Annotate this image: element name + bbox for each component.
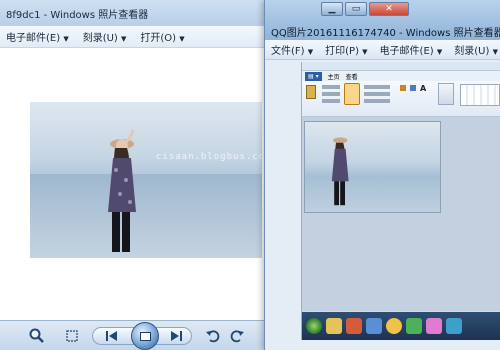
browser-icon[interactable] [346, 318, 362, 334]
chevron-down-icon: ▼ [436, 48, 443, 56]
explorer-icon[interactable] [326, 318, 342, 334]
minimize-icon[interactable]: ▁ [321, 2, 343, 16]
start-orb-icon[interactable] [306, 318, 322, 334]
brush-icon[interactable] [438, 83, 454, 105]
paint-tab-home[interactable]: 主页 [328, 72, 340, 81]
chevron-down-icon: ▼ [307, 48, 314, 56]
slideshow-icon [140, 332, 151, 341]
maximize-icon[interactable]: ▭ [345, 2, 367, 16]
paint-app-icon[interactable] [426, 318, 442, 334]
clipboard-icon[interactable] [306, 85, 316, 99]
menu-burn[interactable]: 刻录(U) ▼ [83, 29, 127, 44]
select-tool-button[interactable] [344, 83, 360, 105]
chevron-down-icon: ▼ [121, 35, 127, 43]
paint-ribbon: A [302, 81, 500, 117]
resize-icon[interactable] [364, 92, 390, 96]
zoom-icon[interactable] [26, 327, 48, 345]
window-title: 8f9dc1 - Windows 照片查看器 [6, 9, 149, 21]
title-bar[interactable]: ▁ ▭ ✕ QQ图片20161116174740 - Windows 照片查看器 [265, 0, 500, 40]
menu-email[interactable]: 电子邮件(E) ▼ [380, 42, 443, 57]
watermark-text: cisaan.blogbus.com [156, 152, 262, 162]
viewer-toolbar [0, 320, 269, 350]
menu-file[interactable]: 文件(F) ▼ [271, 42, 313, 57]
crop-icon[interactable] [364, 85, 390, 89]
media-icon[interactable] [366, 318, 382, 334]
rotate-right-icon[interactable] [228, 327, 246, 345]
menu-open[interactable]: 打开(O) ▼ [140, 29, 184, 44]
rotate-icon[interactable] [364, 99, 390, 103]
fit-window-icon[interactable] [64, 327, 80, 345]
menu-email[interactable]: 电子邮件(E) ▼ [6, 29, 69, 44]
paste-icon[interactable] [322, 99, 340, 103]
copy-icon[interactable] [322, 92, 340, 96]
text-icon[interactable]: A [420, 84, 426, 93]
next-icon[interactable] [168, 328, 184, 344]
chevron-down-icon: ▼ [179, 35, 185, 43]
title-bar[interactable]: 8f9dc1 - Windows 照片查看器 [0, 0, 269, 26]
paint-canvas-area [302, 117, 500, 311]
photo-app-icon[interactable] [446, 318, 462, 334]
mini-person-figure [331, 137, 349, 206]
paint-canvas-image[interactable] [304, 121, 441, 213]
qq-icon[interactable] [386, 318, 402, 334]
rotate-left-icon[interactable] [204, 327, 222, 345]
slideshow-button[interactable] [131, 322, 159, 350]
photo-viewer-window-left: 8f9dc1 - Windows 照片查看器 电子邮件(E) ▼ 刻录(U) ▼… [0, 0, 270, 350]
shapes-gallery[interactable] [460, 84, 500, 106]
person-figure [108, 130, 136, 252]
menu-burn[interactable]: 刻录(U) ▼ [454, 42, 498, 57]
cut-icon[interactable] [322, 85, 340, 89]
app-icon[interactable] [406, 318, 422, 334]
window-title: QQ图片20161116174740 - Windows 照片查看器 [271, 28, 500, 39]
menu-bar: 电子邮件(E) ▼ 刻录(U) ▼ 打开(O) ▼ [0, 26, 269, 48]
chevron-down-icon: ▼ [63, 35, 69, 43]
mini-photo [305, 122, 440, 212]
menu-bar: 文件(F) ▼ 打印(P) ▼ 电子邮件(E) ▼ 刻录(U) ▼ [265, 40, 500, 60]
paint-tab-view[interactable]: 查看 [346, 72, 358, 81]
close-icon[interactable]: ✕ [369, 2, 409, 16]
embedded-screenshot[interactable]: ▤ ▾ 主页 查看 A [301, 62, 500, 340]
previous-icon[interactable] [104, 328, 120, 344]
paint-tabs: ▤ ▾ 主页 查看 [302, 71, 500, 81]
taskbar [302, 312, 500, 340]
paint-file-tab[interactable]: ▤ ▾ [305, 71, 322, 81]
fill-icon[interactable] [410, 85, 416, 91]
paint-title-bar [302, 62, 500, 71]
chevron-down-icon: ▼ [492, 48, 498, 56]
chevron-down-icon: ▼ [362, 48, 368, 56]
photo-viewer-window-right: ▁ ▭ ✕ QQ图片20161116174740 - Windows 照片查看器… [264, 0, 500, 350]
photo-display[interactable]: cisaan.blogbus.com [30, 102, 262, 258]
pencil-icon[interactable] [400, 85, 406, 91]
menu-print[interactable]: 打印(P) ▼ [325, 42, 367, 57]
